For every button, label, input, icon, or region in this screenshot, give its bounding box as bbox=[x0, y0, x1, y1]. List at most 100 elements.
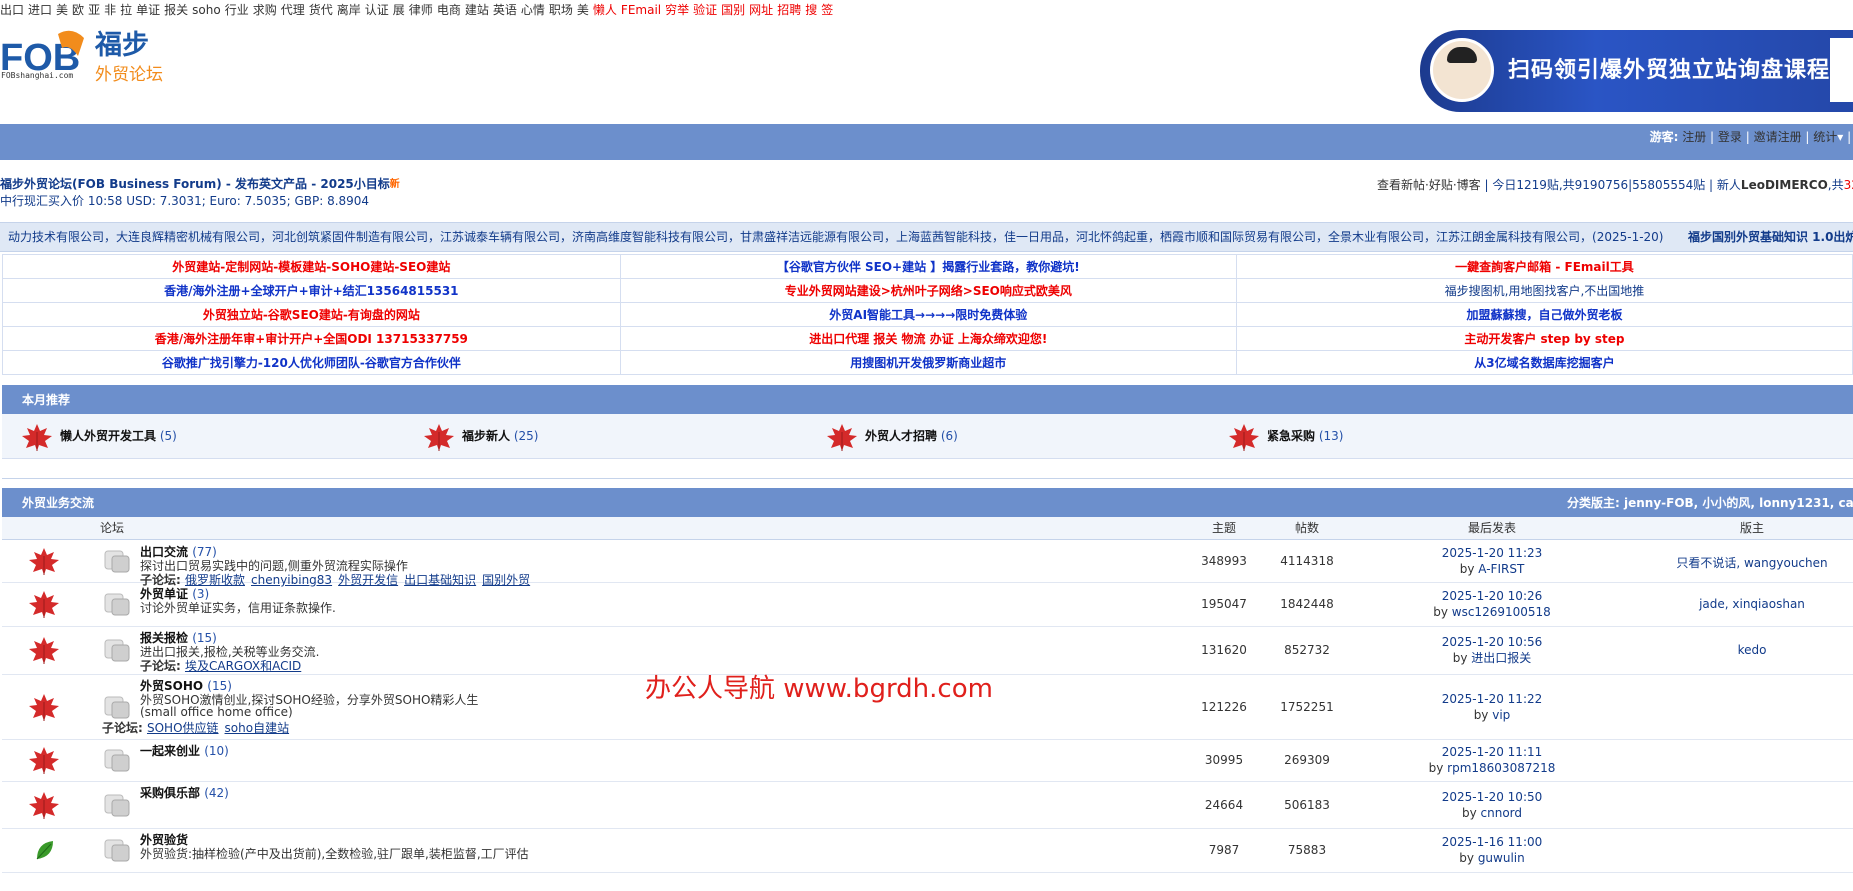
topnav-link[interactable]: 欧 bbox=[72, 3, 84, 17]
topnav-link[interactable]: 离岸 bbox=[337, 3, 361, 17]
month-item[interactable]: 紧急采购 (13) bbox=[1227, 418, 1343, 454]
last-post-user[interactable]: guwulin bbox=[1478, 851, 1525, 865]
topnav-link[interactable]: 建站 bbox=[465, 3, 489, 17]
last-post[interactable]: 2025-1-20 11:22 by vip bbox=[1392, 691, 1592, 723]
topnav-link[interactable]: 报关 bbox=[164, 3, 188, 17]
topnav-link[interactable]: 职场 bbox=[549, 3, 573, 17]
last-post[interactable]: 2025-1-20 11:11 by rpm18603087218 bbox=[1392, 744, 1592, 776]
ad-link[interactable]: 外贸AI智能工具→→→→限时免费体验 bbox=[829, 308, 1027, 322]
topnav-link[interactable]: 单证 bbox=[136, 3, 160, 17]
last-post-user[interactable]: cnnord bbox=[1481, 806, 1523, 820]
month-item[interactable]: 外贸人才招聘 (6) bbox=[825, 418, 958, 454]
subforum-link[interactable]: soho自建站 bbox=[225, 721, 290, 735]
topnav-link[interactable]: 心情 bbox=[521, 3, 545, 17]
forum-name[interactable]: 采购俱乐部 (42) bbox=[140, 784, 229, 801]
topnav-link[interactable]: 货代 bbox=[309, 3, 333, 17]
last-post-time[interactable]: 2025-1-20 10:26 bbox=[1392, 588, 1592, 604]
topnav-link-red[interactable]: 招聘 bbox=[777, 3, 801, 17]
section-title[interactable]: 外贸业务交流 bbox=[22, 496, 94, 510]
last-post-user[interactable]: 进出口报关 bbox=[1471, 651, 1531, 665]
month-item[interactable]: 懒人外贸开发工具 (5) bbox=[20, 418, 177, 454]
ad-row: 香港/海外注册+全球开户+审计+结汇13564815531 专业外贸网站建设>杭州… bbox=[2, 278, 1853, 303]
topnav-link-red[interactable]: 懒人 bbox=[593, 3, 617, 17]
ad-link[interactable]: 加盟蘇蘇搜，自己做外贸老板 bbox=[1466, 308, 1622, 322]
month-item-name[interactable]: 外贸人才招聘 bbox=[865, 429, 937, 443]
topnav-link[interactable]: 亚 bbox=[88, 3, 100, 17]
subforum-link[interactable]: 埃及CARGOX和ACID bbox=[185, 659, 301, 673]
last-post[interactable]: 2025-1-20 10:26 by wsc1269100518 bbox=[1392, 588, 1592, 620]
ad-link[interactable]: 一鍵查詢客户邮箱 - FEmail工具 bbox=[1455, 260, 1634, 274]
topnav-link[interactable]: 求购 bbox=[253, 3, 277, 17]
stats-link[interactable]: 统计 bbox=[1813, 130, 1837, 144]
last-post-time[interactable]: 2025-1-20 11:23 bbox=[1392, 545, 1592, 561]
ad-link[interactable]: 从3亿域名数据库挖掘客户 bbox=[1474, 356, 1614, 370]
forum-title[interactable]: 福步外贸论坛(FOB Business Forum) - 发布英文产品 - 20… bbox=[0, 175, 400, 192]
ad-link[interactable]: 用搜图机开发俄罗斯商业超市 bbox=[850, 356, 1006, 370]
last-post-time[interactable]: 2025-1-20 11:11 bbox=[1392, 744, 1592, 760]
ad-link[interactable]: 福步搜图机,用地图找客户,不出国地推 bbox=[1445, 284, 1645, 298]
view-new-posts-link[interactable]: 查看新帖·好贴·博客 bbox=[1377, 178, 1481, 192]
topnav-link[interactable]: 美 bbox=[577, 3, 589, 17]
ad-link[interactable]: 香港/海外注册+全球开户+审计+结汇13564815531 bbox=[164, 284, 458, 298]
last-post-user[interactable]: wsc1269100518 bbox=[1452, 605, 1551, 619]
last-post-time[interactable]: 2025-1-20 10:56 bbox=[1392, 634, 1592, 650]
forum-moderators[interactable]: kedo bbox=[1652, 643, 1852, 657]
invite-link[interactable]: 邀请注册 bbox=[1754, 130, 1802, 144]
topnav-link[interactable]: 律师 bbox=[409, 3, 433, 17]
forum-row: 外贸单证 (3) 讨论外贸单证实务，信用证条款操作. 195047 1842448 20… bbox=[2, 582, 1853, 627]
last-post[interactable]: 2025-1-20 10:50 by cnnord bbox=[1392, 789, 1592, 821]
ad-link[interactable]: 【谷歌官方伙伴 SEO+建站 】揭露行业套路，教你避坑! bbox=[777, 260, 1080, 274]
topnav-link[interactable]: 认证 bbox=[365, 3, 389, 17]
forum-moderators[interactable]: jade, xinqiaoshan bbox=[1652, 597, 1852, 611]
ad-link[interactable]: 主动开发客户 step by step bbox=[1464, 332, 1624, 346]
topnav-link-red[interactable]: FEmail bbox=[621, 3, 661, 17]
topnav-link[interactable]: 电商 bbox=[437, 3, 461, 17]
topnav-link[interactable]: 进口 bbox=[28, 3, 52, 17]
topnav-link-red[interactable]: 验证 bbox=[693, 3, 717, 17]
login-link[interactable]: 登录 bbox=[1718, 130, 1742, 144]
topnav-link[interactable]: 代理 bbox=[281, 3, 305, 17]
last-post[interactable]: 2025-1-16 11:00 by guwulin bbox=[1392, 834, 1592, 866]
subforum-link[interactable]: SOHO供应链 bbox=[147, 721, 219, 735]
last-post-time[interactable]: 2025-1-20 10:50 bbox=[1392, 789, 1592, 805]
last-post-user[interactable]: A-FIRST bbox=[1478, 562, 1524, 576]
topnav-link-red[interactable]: 签 bbox=[821, 3, 833, 17]
topnav-link[interactable]: 英语 bbox=[493, 3, 517, 17]
ad-cell: 外贸建站-定制网站-模板建站-SOHO建站-SEO建站 bbox=[2, 254, 621, 279]
topnav-link-red[interactable]: 搜 bbox=[805, 3, 817, 17]
topnav-link[interactable]: 出口 bbox=[0, 3, 24, 17]
topnav-link[interactable]: 美 bbox=[56, 3, 68, 17]
ad-link[interactable]: 专业外贸网站建设>杭州叶子网络>SEO响应式欧美风 bbox=[785, 284, 1072, 298]
last-post-time[interactable]: 2025-1-20 11:22 bbox=[1392, 691, 1592, 707]
scroller-right-link[interactable]: 福步国别外贸基础知识 1.0出炉 bbox=[1688, 223, 1853, 251]
topnav-link[interactable]: 拉 bbox=[120, 3, 132, 17]
last-post-time[interactable]: 2025-1-16 11:00 bbox=[1392, 834, 1592, 850]
ad-link[interactable]: 外贸独立站-谷歌SEO建站-有询盘的网站 bbox=[203, 308, 420, 322]
register-link[interactable]: 注册 bbox=[1682, 130, 1706, 144]
last-post[interactable]: 2025-1-20 11:23 by A-FIRST bbox=[1392, 545, 1592, 577]
topnav-link-red[interactable]: 网址 bbox=[749, 3, 773, 17]
forum-name[interactable]: 一起来创业 (10) bbox=[140, 742, 229, 759]
topnav-link[interactable]: 行业 bbox=[225, 3, 249, 17]
ad-link[interactable]: 香港/海外注册年审+审计开户+全国ODI 13715337759 bbox=[155, 332, 468, 346]
ad-link[interactable]: 谷歌推广找引擎力-120人优化师团队-谷歌官方合作伙伴 bbox=[162, 356, 461, 370]
topnav-link[interactable]: 非 bbox=[104, 3, 116, 17]
month-item[interactable]: 福步新人 (25) bbox=[422, 418, 538, 454]
ad-link[interactable]: 进出口代理 报关 物流 办证 上海众缔欢迎您! bbox=[809, 332, 1047, 346]
forum-moderators[interactable]: 只看不说话, wangyouchen bbox=[1652, 554, 1852, 571]
ad-link[interactable]: 外贸建站-定制网站-模板建站-SOHO建站-SEO建站 bbox=[172, 260, 450, 274]
site-logo[interactable]: FOB FOBshanghai.com 福步 外贸论坛 bbox=[0, 26, 190, 96]
last-post-user[interactable]: vip bbox=[1492, 708, 1510, 722]
topnav-link-red[interactable]: 国别 bbox=[721, 3, 745, 17]
topnav-link-red[interactable]: 穷举 bbox=[665, 3, 689, 17]
month-item-name[interactable]: 福步新人 bbox=[462, 429, 510, 443]
last-post-user[interactable]: rpm18603087218 bbox=[1447, 761, 1555, 775]
month-item-name[interactable]: 紧急采购 bbox=[1267, 429, 1315, 443]
topnav-link[interactable]: soho bbox=[192, 3, 221, 17]
promo-banner[interactable]: 扫码领引爆外贸独立站询盘课程! bbox=[1420, 30, 1853, 112]
newest-user-link[interactable]: LeoDIMERCO bbox=[1741, 178, 1828, 192]
last-post[interactable]: 2025-1-20 10:56 by 进出口报关 bbox=[1392, 634, 1592, 666]
topnav-link[interactable]: 展 bbox=[393, 3, 405, 17]
month-item-name[interactable]: 懒人外贸开发工具 bbox=[60, 429, 156, 443]
topic-count: 348993 bbox=[1201, 554, 1247, 568]
